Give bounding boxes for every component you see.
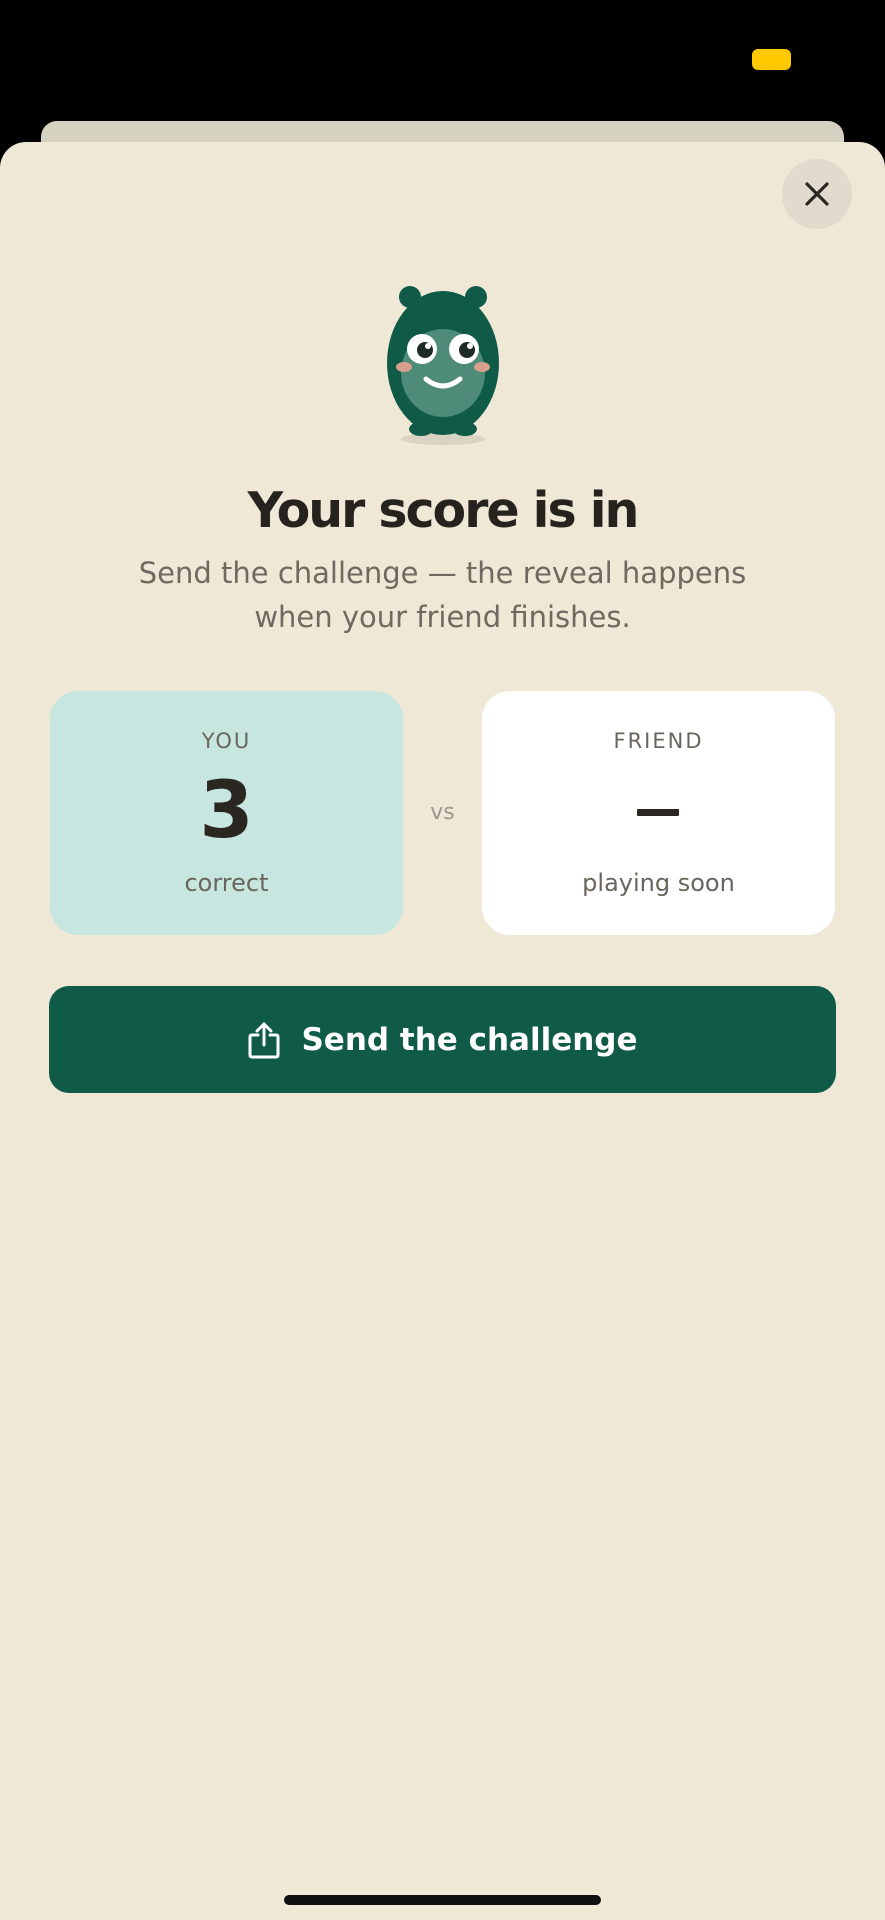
- send-challenge-label: Send the challenge: [301, 1021, 638, 1058]
- friend-score-label: FRIEND: [613, 729, 704, 753]
- send-challenge-button[interactable]: Send the challenge: [49, 986, 836, 1093]
- versus-label: vs: [430, 800, 455, 825]
- close-button[interactable]: [782, 159, 852, 229]
- status-bar: [0, 0, 885, 120]
- your-score-caption: correct: [184, 869, 269, 897]
- friend-score-pending-dash: [637, 809, 679, 816]
- share-icon: [247, 1021, 281, 1059]
- your-score-value: 3: [199, 766, 254, 856]
- score-sheet: Your score is in Send the challenge — th…: [0, 142, 885, 1920]
- page-subtitle: Send the challenge — the reveal happens …: [138, 556, 747, 634]
- your-score-label: YOU: [201, 729, 252, 753]
- friend-score-caption: playing soon: [582, 869, 735, 897]
- your-score-card: YOU 3 correct: [50, 691, 403, 935]
- mascot-character-icon: [387, 286, 499, 445]
- home-indicator[interactable]: [284, 1895, 601, 1905]
- battery-indicator-icon: [752, 49, 791, 70]
- friend-score-card: FRIEND playing soon: [482, 691, 835, 935]
- page-title: Your score is in: [247, 482, 640, 539]
- close-icon: [805, 182, 829, 206]
